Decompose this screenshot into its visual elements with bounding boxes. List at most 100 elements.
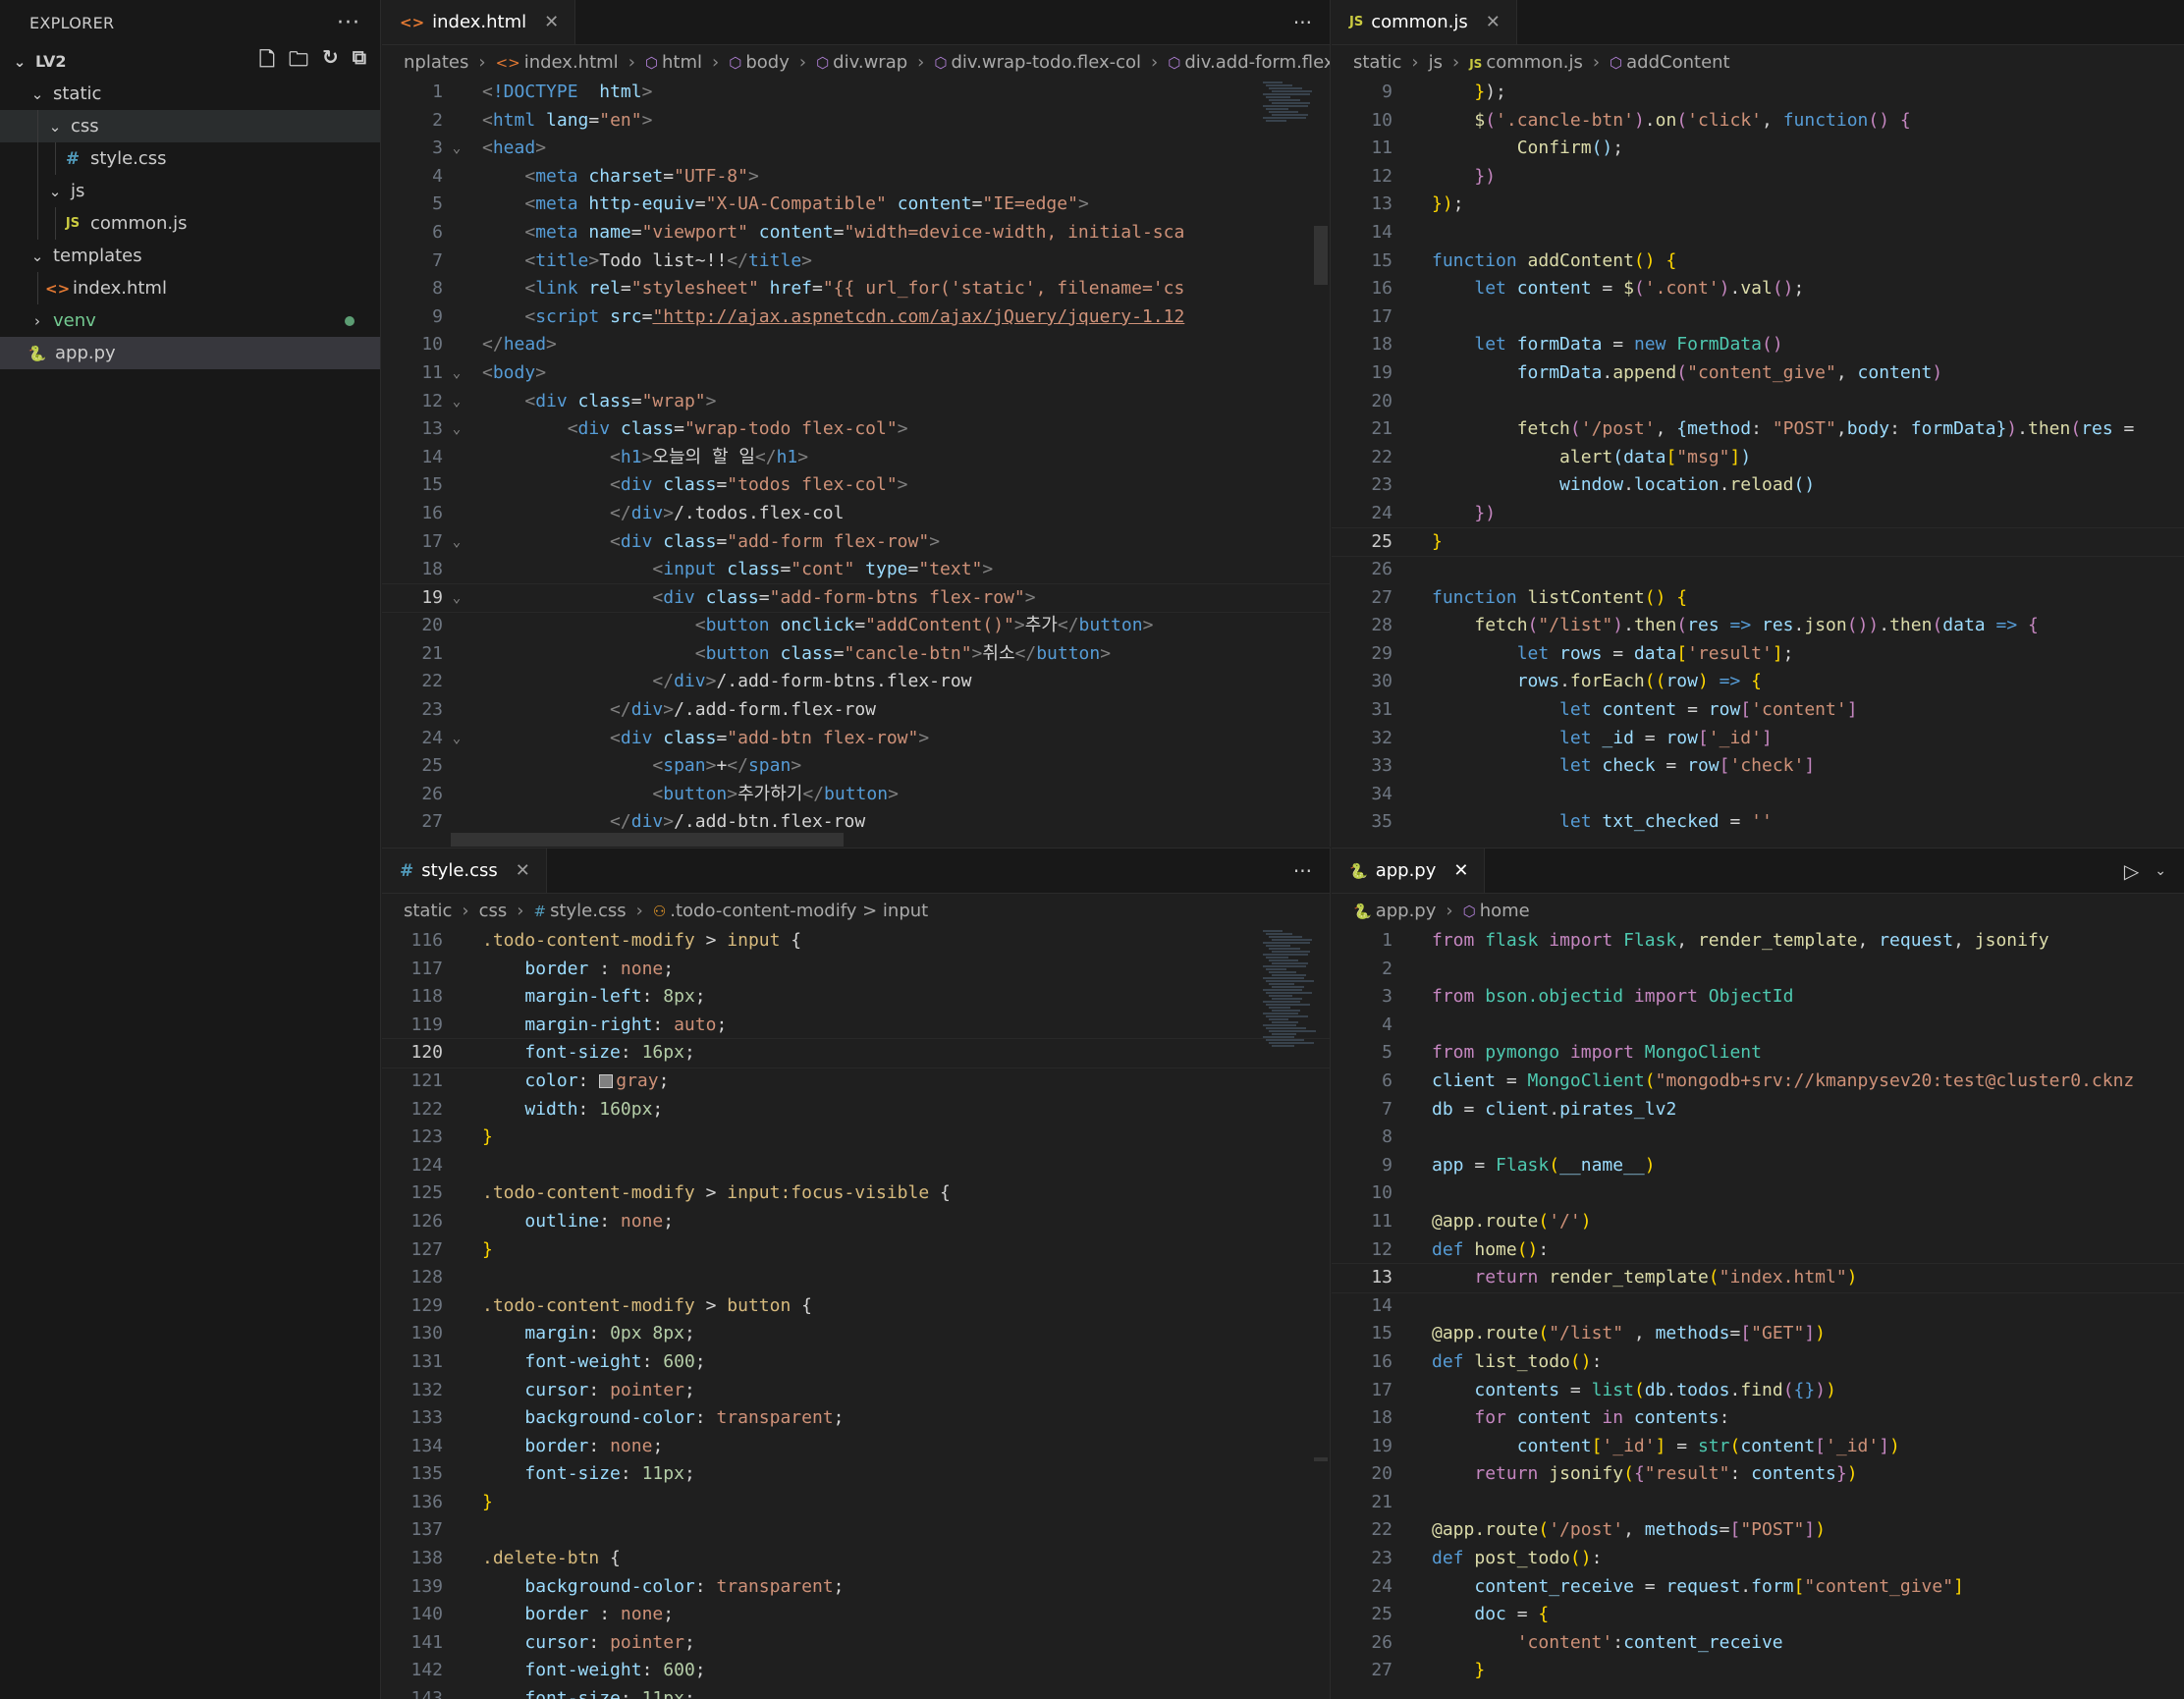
- breadcrumb-item[interactable]: <> index.html: [496, 52, 619, 73]
- tree-item-style-css[interactable]: # style.css: [0, 142, 380, 175]
- close-icon[interactable]: ✕: [544, 12, 559, 32]
- breadcrumb-item[interactable]: 🐍 app.py: [1353, 901, 1436, 921]
- close-icon[interactable]: ✕: [1453, 860, 1468, 881]
- code-editor[interactable]: 116 .todo-content-modify > input {117 bor…: [382, 927, 1330, 1699]
- tab-style-css[interactable]: # style.css ✕: [382, 849, 547, 893]
- fold-chevron-icon[interactable]: ⌄: [443, 135, 470, 163]
- more-actions-icon[interactable]: ···: [1293, 859, 1312, 883]
- code-token: (): [1516, 1238, 1539, 1260]
- tree-item-venv[interactable]: › venv: [0, 304, 380, 337]
- code-token: button: [727, 1294, 792, 1316]
- code-editor[interactable]: 9 }); 10 $('.cancle-btn').on('click', fun…: [1332, 79, 2184, 847]
- color-swatch-icon[interactable]: [599, 1073, 614, 1088]
- line-number: 13: [1371, 193, 1392, 215]
- fold-chevron-icon[interactable]: ⌄: [443, 388, 470, 416]
- code-line: 33 let check = row['check']: [1332, 752, 2184, 781]
- minimap-line: [1266, 1004, 1310, 1006]
- breadcrumb-item[interactable]: static: [404, 901, 452, 921]
- breadcrumb-item[interactable]: ⬡ div.wrap-todo.flex-col: [934, 52, 1141, 73]
- line-number: 141: [410, 1631, 443, 1653]
- line-number: 5: [432, 193, 443, 215]
- tab-app-py[interactable]: 🐍 app.py ✕: [1332, 849, 1486, 893]
- breadcrumb-item[interactable]: js: [1429, 52, 1443, 73]
- minimap[interactable]: [1263, 81, 1314, 126]
- tree-item-common-js[interactable]: JS common.js: [0, 207, 380, 240]
- breadcrumb-item[interactable]: static: [1353, 52, 1401, 73]
- breadcrumb-item[interactable]: ⬡ addContent: [1610, 52, 1730, 73]
- code-token: =: [812, 278, 823, 300]
- explorer-root-folder[interactable]: ⌄ LV2 🗋 🗀 ↻ ⧉: [0, 45, 380, 78]
- more-actions-icon[interactable]: ···: [337, 11, 360, 35]
- css-file-icon: #: [533, 902, 547, 920]
- code-token: import: [1623, 986, 1698, 1008]
- tab-index-html[interactable]: <> index.html ✕: [382, 0, 576, 44]
- code-token: def: [1432, 1350, 1464, 1372]
- code-token: head: [503, 334, 547, 356]
- tree-item-app-py[interactable]: 🐍 app.py: [0, 337, 380, 369]
- breadcrumb-item[interactable]: nplates: [404, 52, 468, 73]
- close-icon[interactable]: ✕: [516, 860, 530, 881]
- vertical-scrollbar[interactable]: [1314, 1457, 1328, 1461]
- new-file-icon[interactable]: 🗋: [259, 45, 275, 79]
- code-token: ;: [663, 1210, 675, 1232]
- tab-bar: <> index.html ✕ ···: [382, 0, 1330, 45]
- refresh-icon[interactable]: ↻: [322, 45, 339, 79]
- fold-gutter: [443, 1039, 470, 1068]
- code-line: 20: [1332, 388, 2184, 416]
- breadcrumb-item[interactable]: ⚇ .todo-content-modify > input: [653, 901, 928, 921]
- code-token: "stylesheet": [630, 278, 759, 300]
- tree-item-static[interactable]: ⌄ static: [0, 78, 380, 110]
- fold-chevron-icon[interactable]: ⌄: [443, 415, 470, 444]
- run-icon[interactable]: ▷: [2124, 859, 2139, 883]
- tab-common-js[interactable]: JS common.js ✕: [1332, 0, 1517, 44]
- minimap-line: [1269, 99, 1300, 101]
- fold-chevron-icon[interactable]: ⌄: [443, 584, 470, 613]
- chevron-down-icon[interactable]: ⌄: [2155, 863, 2166, 879]
- collapse-all-icon[interactable]: ⧉: [353, 45, 366, 79]
- tree-item-index-html[interactable]: <> index.html: [0, 272, 380, 304]
- breadcrumb-item[interactable]: ⬡div.add-form.flex-r: [1168, 52, 1330, 73]
- tree-item-css[interactable]: ⌄ css: [0, 110, 380, 142]
- more-actions-icon[interactable]: ···: [1293, 11, 1312, 34]
- minimap[interactable]: [1263, 929, 1316, 1051]
- breadcrumb-item[interactable]: ⬡ div.wrap: [816, 52, 907, 73]
- line-number: 139: [410, 1575, 443, 1597]
- code-token: >: [929, 530, 941, 552]
- code-token: ]: [1729, 446, 1741, 467]
- breadcrumb-item[interactable]: ⬡ body: [729, 52, 790, 73]
- tree-item-templates[interactable]: ⌄ templates: [0, 240, 380, 272]
- fold-chevron-icon[interactable]: ⌄: [443, 359, 470, 388]
- code-editor[interactable]: 1 from flask import Flask, render_templat…: [1332, 927, 2184, 1699]
- code-line: 20 return jsonify({"result": contents}): [1332, 1460, 2184, 1489]
- breadcrumb-item[interactable]: css: [479, 901, 508, 921]
- code-token: ]: [1879, 1435, 1890, 1456]
- new-folder-icon[interactable]: 🗀: [289, 45, 308, 79]
- code-editor[interactable]: 1 <!DOCTYPE html> 2 <html lang="en"> 3 ⌄ <head…: [382, 79, 1330, 847]
- horizontal-scrollbar[interactable]: [451, 833, 844, 847]
- code-line: 2: [1332, 956, 2184, 984]
- breadcrumb-item[interactable]: # style.css: [533, 901, 626, 921]
- tree-item-js[interactable]: ⌄ js: [0, 175, 380, 207]
- vertical-scrollbar[interactable]: [1314, 226, 1328, 285]
- code-token: =: [663, 165, 675, 187]
- fold-gutter: [443, 956, 470, 984]
- fold-chevron-icon[interactable]: ⌄: [443, 528, 470, 557]
- code-line: 12 ⌄ <div class="wrap">: [382, 388, 1330, 416]
- fold-chevron-icon[interactable]: ⌄: [443, 725, 470, 753]
- breadcrumb-item[interactable]: ⬡ html: [645, 52, 702, 73]
- chevron-right-icon: ›: [628, 51, 635, 73]
- breadcrumb-item[interactable]: ⬡ home: [1463, 901, 1530, 921]
- breadcrumb-item[interactable]: JS common.js: [1469, 52, 1583, 73]
- code-line: 136}: [382, 1489, 1330, 1517]
- fold-gutter: [1392, 1460, 1420, 1489]
- close-icon[interactable]: ✕: [1486, 12, 1501, 32]
- minimap-line: [1272, 986, 1304, 988]
- fold-gutter: [1392, 1179, 1420, 1208]
- fold-gutter: [1392, 1208, 1420, 1236]
- breadcrumb: static › css › # style.css › ⚇ .todo-content-mod…: [382, 894, 1330, 927]
